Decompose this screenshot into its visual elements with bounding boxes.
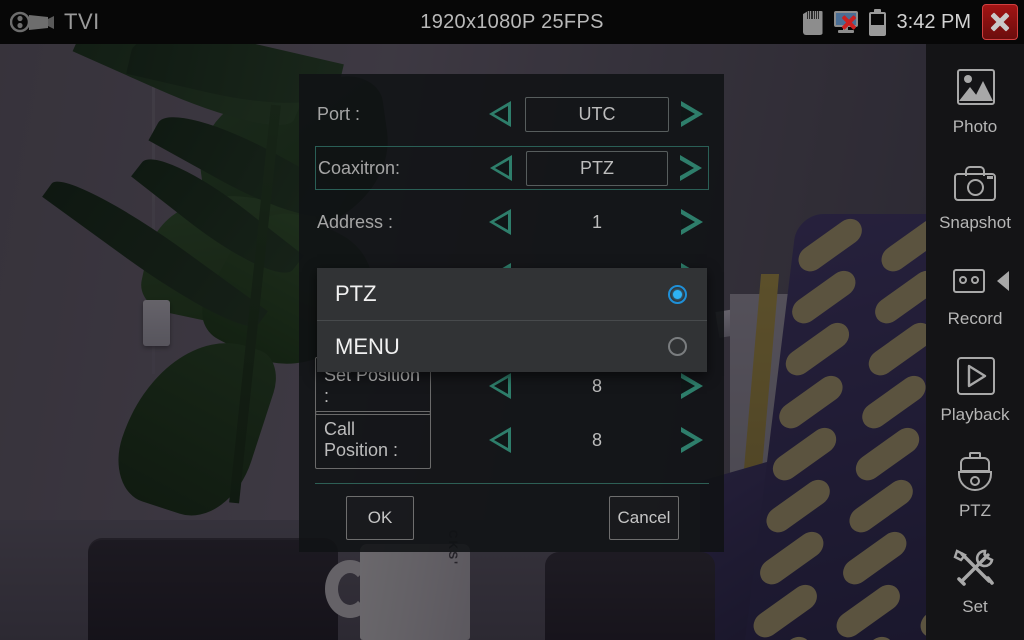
sidebar-label-record: Record: [947, 309, 1003, 328]
arrow-left-icon[interactable]: [485, 97, 519, 131]
play-button-icon: [951, 355, 999, 399]
sidebar-label-photo: Photo: [952, 117, 998, 136]
dialog-row-port: Port : UTC: [315, 92, 709, 136]
camera-icon: [951, 163, 999, 207]
radio-button-icon[interactable]: [668, 337, 687, 356]
arrow-left-icon[interactable]: [485, 205, 519, 239]
sidebar-item-snapshot[interactable]: Snapshot: [926, 150, 1024, 246]
ptz-dome-camera-icon: [951, 451, 999, 495]
status-bar-left: TVI: [9, 0, 100, 44]
sidebar-label-ptz: PTZ: [958, 501, 992, 520]
arrow-right-icon[interactable]: [675, 369, 709, 403]
resolution-label: 1920x1080P 25FPS: [420, 10, 604, 33]
row-label-call-position[interactable]: Call Position :: [315, 411, 431, 469]
clock-label: 3:42 PM: [896, 10, 971, 33]
sidebar-label-snapshot: Snapshot: [939, 213, 1011, 232]
photo-gallery-icon: [951, 67, 999, 111]
network-disconnected-icon: [832, 10, 860, 34]
sidebar-item-photo[interactable]: Photo: [926, 54, 1024, 150]
battery-icon: [868, 8, 886, 36]
dialog-row-call-position: Call Position : 8: [315, 411, 709, 469]
ok-button[interactable]: OK: [346, 496, 414, 540]
arrow-right-icon[interactable]: [675, 205, 709, 239]
arrow-right-icon[interactable]: [674, 151, 708, 185]
sidebar-label-set: Set: [962, 597, 988, 616]
close-button[interactable]: [982, 4, 1018, 40]
dropdown-label-menu: MENU: [335, 333, 400, 359]
dialog-row-address: Address : 1: [315, 200, 709, 244]
radio-button-icon[interactable]: [668, 284, 687, 304]
status-bar-right: 3:42 PM: [802, 0, 1018, 44]
dropdown-option-menu[interactable]: MENU: [317, 320, 707, 372]
sidebar-item-record[interactable]: Record: [926, 246, 1024, 342]
row-label-port: Port :: [317, 103, 361, 124]
sidebar-item-ptz[interactable]: PTZ: [926, 438, 1024, 534]
app-screen: CKS' TVI 1920x1080P 25FPS: [0, 0, 1024, 640]
row-label-coaxitron: Coaxitron:: [318, 157, 401, 178]
sd-card-icon: [802, 9, 823, 35]
sidebar-item-set[interactable]: Set: [926, 534, 1024, 630]
coaxitron-options-dropdown: PTZ MENU: [317, 268, 707, 372]
video-camera-icon: [951, 259, 1009, 303]
cctv-camera-icon: [9, 10, 56, 34]
cancel-button[interactable]: Cancel: [609, 496, 679, 540]
row-value-set-position[interactable]: 8: [525, 370, 669, 403]
dropdown-label-ptz: PTZ: [335, 281, 377, 306]
arrow-left-icon[interactable]: [485, 423, 519, 457]
arrow-left-icon[interactable]: [486, 151, 520, 185]
row-value-call-position[interactable]: 8: [525, 424, 669, 457]
arrow-right-icon[interactable]: [675, 97, 709, 131]
arrow-right-icon[interactable]: [675, 423, 709, 457]
arrow-left-icon[interactable]: [485, 369, 519, 403]
row-value-coaxitron[interactable]: PTZ: [526, 150, 668, 186]
status-bar: TVI 1920x1080P 25FPS 3:42 PM: [0, 0, 1024, 44]
row-value-port[interactable]: UTC: [525, 96, 669, 132]
sidebar-label-playback: Playback: [940, 405, 1010, 424]
sidebar-item-playback[interactable]: Playback: [926, 342, 1024, 438]
dialog-row-coaxitron[interactable]: Coaxitron: PTZ: [315, 146, 709, 190]
right-toolbar: Photo Snapshot Record Playback PTZ Set: [926, 44, 1024, 640]
tools-wrench-screwdriver-icon: [951, 547, 999, 591]
dropdown-option-ptz[interactable]: PTZ: [317, 268, 707, 320]
close-x-icon: [983, 5, 1017, 39]
dialog-divider: [315, 483, 709, 484]
row-value-address[interactable]: 1: [525, 206, 669, 239]
row-label-address: Address :: [317, 211, 394, 232]
app-title: TVI: [64, 9, 100, 34]
